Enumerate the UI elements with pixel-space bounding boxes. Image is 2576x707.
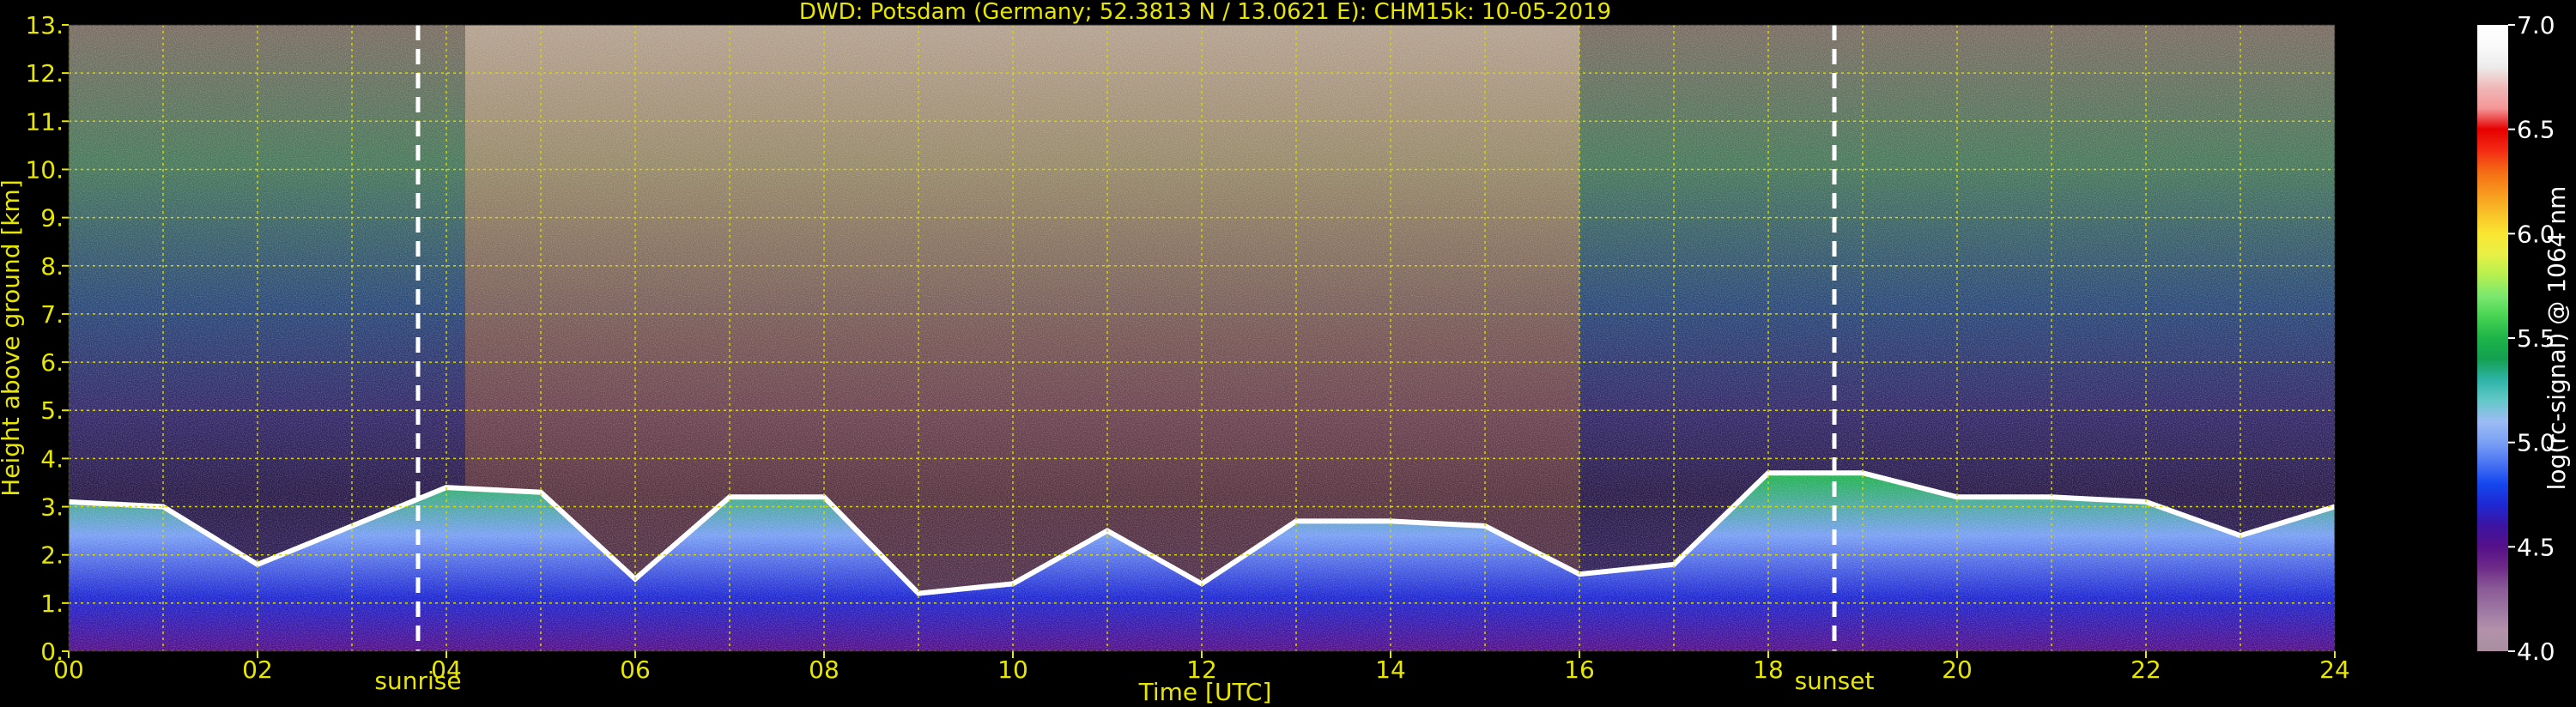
y-tick-label: 9.: [40, 204, 64, 233]
colorbar-tick-label: 6.5: [2517, 116, 2555, 144]
plot-area: [69, 25, 2335, 651]
x-tick-label: 06: [620, 656, 651, 684]
y-tick-label: 10.: [25, 155, 64, 184]
sunset-label: sunset: [1795, 667, 1875, 695]
x-axis-label: Time [UTC]: [1138, 678, 1272, 706]
y-tick-label: 4.: [40, 444, 64, 473]
x-tick-label: 20: [1942, 656, 1973, 684]
colorbar-gradient: [2477, 25, 2508, 651]
y-tick-label: 2.: [40, 541, 64, 570]
colorbar-tick-label: 4.0: [2517, 638, 2555, 666]
x-tick-label: 22: [2131, 656, 2161, 684]
sunrise-label: sunrise: [374, 667, 461, 695]
chart-title: DWD: Potsdam (Germany; 52.3813 N / 13.06…: [799, 0, 1611, 25]
y-tick-label: 6.: [40, 348, 64, 377]
colorbar: 4.04.55.05.56.06.57.0 log(rc-signal) @ 1…: [2477, 11, 2571, 666]
chart-canvas: 00 02 04 06 08 10 12 14 16 18 20 22 24 0.1.2.3.4.5.6…: [0, 0, 2571, 706]
x-tick-label: 10: [997, 656, 1028, 684]
y-tick-label: 5.: [40, 396, 64, 425]
x-tick-label: 16: [1564, 656, 1595, 684]
y-tick-label: 13.: [25, 11, 64, 39]
x-tick-label: 02: [242, 656, 273, 684]
y-axis-label: Height above ground [km]: [0, 179, 25, 497]
lidar-ceilometer-figure: 00 02 04 06 08 10 12 14 16 18 20 22 24 0. 1. 2. 3. 4. 5. 6…: [0, 0, 2576, 707]
x-tick-label: 24: [2319, 656, 2350, 684]
x-tick-label: 18: [1753, 656, 1784, 684]
x-tick-label: 14: [1375, 656, 1406, 684]
colorbar-tick-label: 4.5: [2517, 533, 2555, 561]
y-tick-label: 8.: [40, 252, 64, 281]
y-tick-label: 11.: [25, 107, 64, 136]
y-tick-label: 1.: [40, 589, 64, 618]
y-axis: 0. 1. 2. 3. 4. 5. 6. 7. 8. 9. 10. 11. 12. 13.: [25, 11, 69, 666]
y-tick-label: 3.: [40, 493, 64, 522]
y-tick-label: 12.: [25, 59, 64, 88]
x-tick-label: 08: [809, 656, 839, 684]
colorbar-tick-label: 7.0: [2517, 11, 2555, 39]
sun-marker-labels: sunrise sunset: [374, 667, 1874, 695]
y-tick-label: 0.: [40, 638, 64, 666]
colorbar-label: log(rc-signal) @ 1064 nm: [2543, 186, 2571, 491]
y-tick-label: 7.: [40, 300, 64, 329]
